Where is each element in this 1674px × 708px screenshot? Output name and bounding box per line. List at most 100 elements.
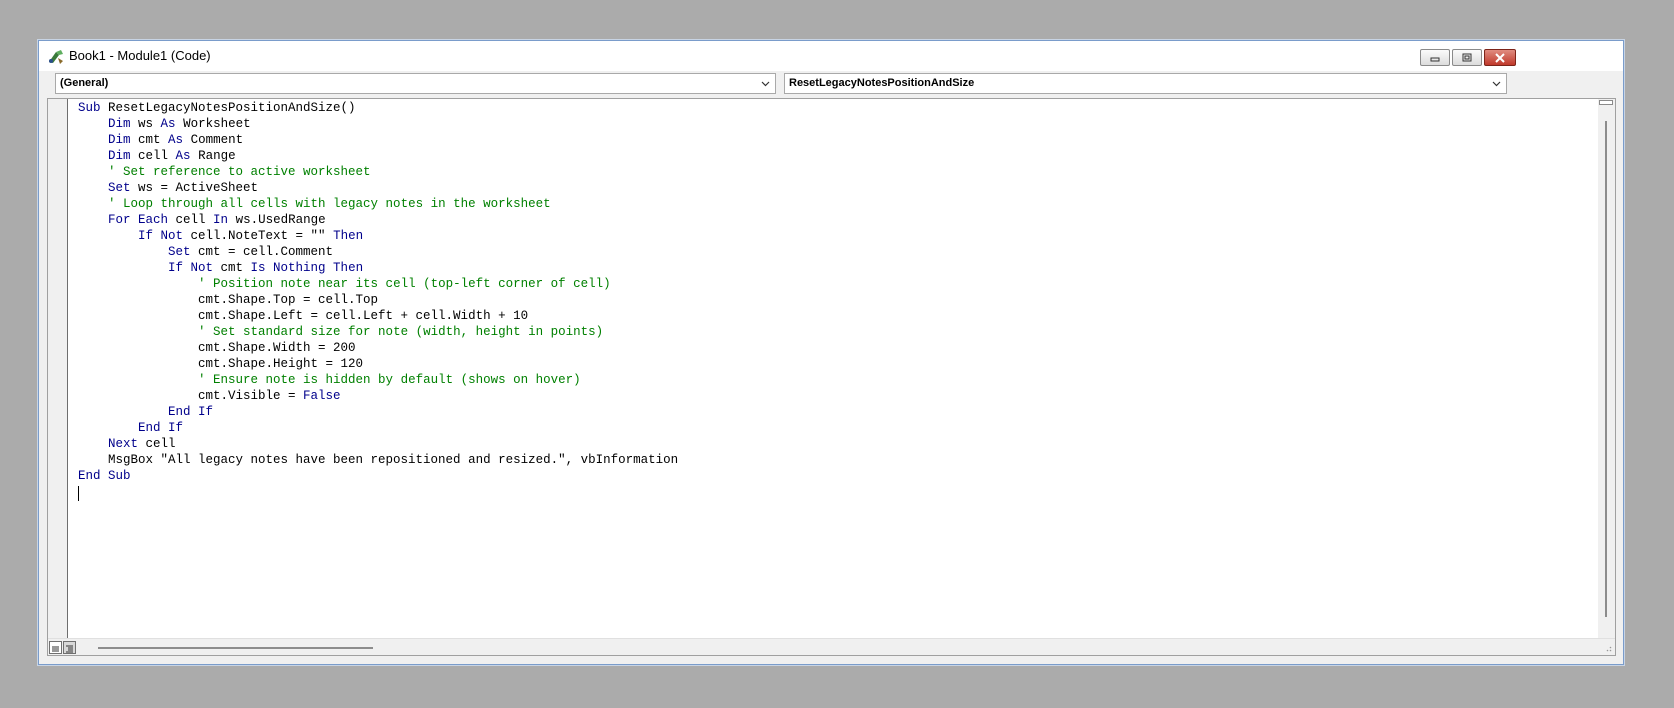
restore-icon: [1462, 53, 1472, 61]
code-line[interactable]: cmt.Visible = False: [78, 388, 678, 404]
code-text[interactable]: Sub ResetLegacyNotesPositionAndSize() Di…: [78, 100, 678, 484]
minimize-icon: [1430, 57, 1440, 61]
full-module-view-button[interactable]: [63, 641, 76, 654]
code-token: cmt: [130, 133, 169, 147]
code-line[interactable]: MsgBox "All legacy notes have been repos…: [78, 452, 678, 468]
full-module-view-icon: [66, 645, 73, 653]
code-token: cell.NoteText = "": [183, 229, 334, 243]
code-keyword: Sub: [78, 101, 109, 115]
code-line[interactable]: ' Set standard size for note (width, hei…: [78, 324, 678, 340]
vba-module-icon: [49, 50, 63, 64]
code-keyword: Next: [108, 437, 139, 451]
code-token: MsgBox "All legacy notes have been repos…: [78, 453, 679, 467]
code-line[interactable]: cmt.Shape.Width = 200: [78, 340, 678, 356]
code-token: ResetLegacyNotesPositionAndSize(): [108, 101, 356, 115]
code-keyword: As: [160, 117, 176, 131]
chevron-down-icon: [1492, 81, 1501, 87]
code-keyword: As: [168, 133, 184, 147]
code-line[interactable]: ' Set reference to active worksheet: [78, 164, 678, 180]
close-button[interactable]: [1484, 49, 1516, 66]
code-token: ws.UsedRange: [228, 213, 326, 227]
code-line[interactable]: If Not cell.NoteText = "" Then: [78, 228, 678, 244]
code-keyword: False: [303, 389, 341, 403]
code-token: Range: [190, 149, 236, 163]
maximize-button[interactable]: [1452, 49, 1482, 66]
code-keyword: For Each: [108, 213, 169, 227]
code-keyword: Dim: [108, 149, 131, 163]
code-comment: ' Set standard size for note (width, hei…: [198, 325, 604, 339]
code-token: cmt.Shape.Top = cell.Top: [78, 293, 379, 307]
code-comment: ' Ensure note is hidden by default (show…: [198, 373, 581, 387]
horizontal-scroll-thumb[interactable]: [98, 647, 373, 649]
code-keyword: End If: [168, 405, 214, 419]
code-line[interactable]: Dim cell As Range: [78, 148, 678, 164]
title-bar[interactable]: Book1 - Module1 (Code): [39, 41, 1623, 71]
code-line[interactable]: If Not cmt Is Nothing Then: [78, 260, 678, 276]
horizontal-scrollbar[interactable]: [48, 638, 1615, 655]
code-token: cmt.Shape.Left = cell.Left + cell.Width …: [78, 309, 529, 323]
code-line[interactable]: Next cell: [78, 436, 678, 452]
code-line[interactable]: ' Position note near its cell (top-left …: [78, 276, 678, 292]
code-line[interactable]: ' Loop through all cells with legacy not…: [78, 196, 678, 212]
procedure-view-icon: [52, 646, 59, 652]
chevron-down-icon: [761, 81, 770, 87]
vertical-scroll-thumb[interactable]: [1605, 121, 1607, 617]
procedure-dropdown-value: ResetLegacyNotesPositionAndSize: [789, 77, 975, 89]
code-keyword: Dim: [108, 133, 131, 147]
procedure-view-button[interactable]: [49, 641, 62, 654]
code-comment: ' Position note near its cell (top-left …: [198, 277, 611, 291]
code-line[interactable]: For Each cell In ws.UsedRange: [78, 212, 678, 228]
code-line[interactable]: Set ws = ActiveSheet: [78, 180, 678, 196]
code-keyword: If Not: [138, 229, 184, 243]
code-window: Book1 - Module1 (Code) (General) ResetLe…: [38, 40, 1624, 665]
code-line[interactable]: Dim cmt As Comment: [78, 132, 678, 148]
code-keyword: Then: [333, 229, 364, 243]
object-dropdown[interactable]: (General): [55, 73, 776, 94]
code-token: cell: [130, 149, 176, 163]
split-bar[interactable]: [1599, 100, 1613, 105]
code-token: cell: [168, 213, 214, 227]
code-line[interactable]: End Sub: [78, 468, 678, 484]
code-token: cmt.Shape.Width = 200: [78, 341, 356, 355]
code-token: cmt: [213, 261, 251, 275]
code-line[interactable]: End If: [78, 404, 678, 420]
margin-indicator-bar[interactable]: [48, 99, 68, 639]
code-editor[interactable]: Sub ResetLegacyNotesPositionAndSize() Di…: [47, 98, 1616, 656]
code-token: cell: [138, 437, 176, 451]
window-title: Book1 - Module1 (Code): [69, 48, 211, 63]
code-keyword: Is Nothing Then: [250, 261, 364, 275]
code-token: cmt.Shape.Height = 120: [78, 357, 364, 371]
code-line[interactable]: End If: [78, 420, 678, 436]
code-keyword: In: [213, 213, 229, 227]
minimize-button[interactable]: [1420, 49, 1450, 66]
code-token: cmt = cell.Comment: [190, 245, 334, 259]
procedure-dropdown[interactable]: ResetLegacyNotesPositionAndSize: [784, 73, 1507, 94]
code-comment: ' Set reference to active worksheet: [108, 165, 371, 179]
code-token: Comment: [183, 133, 244, 147]
code-line[interactable]: ' Ensure note is hidden by default (show…: [78, 372, 678, 388]
text-caret: [78, 486, 79, 501]
code-keyword: Set: [108, 181, 131, 195]
vertical-scrollbar[interactable]: [1598, 99, 1615, 639]
code-token: ws: [130, 117, 161, 131]
code-line[interactable]: cmt.Shape.Top = cell.Top: [78, 292, 678, 308]
code-keyword: Dim: [108, 117, 131, 131]
code-line[interactable]: cmt.Shape.Left = cell.Left + cell.Width …: [78, 308, 678, 324]
code-line[interactable]: Sub ResetLegacyNotesPositionAndSize(): [78, 100, 678, 116]
code-token: ws = ActiveSheet: [130, 181, 259, 195]
code-line[interactable]: cmt.Shape.Height = 120: [78, 356, 678, 372]
code-comment: ' Loop through all cells with legacy not…: [108, 197, 551, 211]
code-line[interactable]: Dim ws As Worksheet: [78, 116, 678, 132]
resize-grip-icon[interactable]: [1604, 644, 1612, 652]
code-line[interactable]: Set cmt = cell.Comment: [78, 244, 678, 260]
